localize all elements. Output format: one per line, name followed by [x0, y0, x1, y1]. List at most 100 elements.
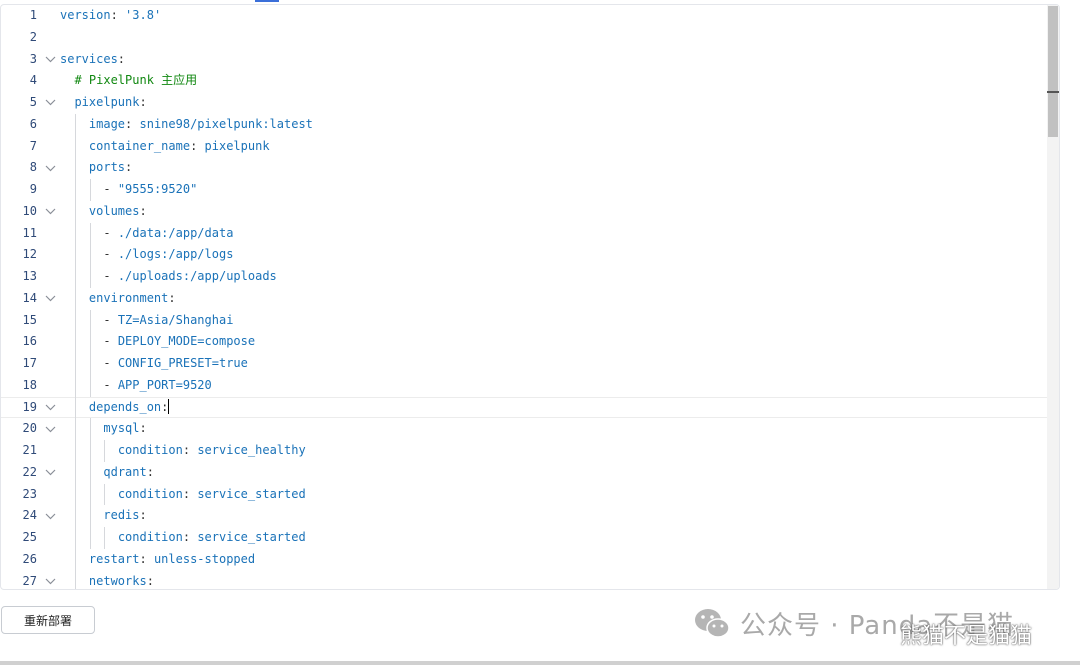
indent-guide: [75, 200, 77, 223]
code-line[interactable]: 24 redis:: [1, 505, 1047, 527]
indent-guide: [75, 287, 77, 310]
code-line[interactable]: 11 - ./data:/app/data: [1, 222, 1047, 245]
code-text: - ./data:/app/data: [103, 225, 234, 240]
line-number: 13: [22, 269, 37, 283]
indent-guide: [75, 309, 77, 332]
line-number: 27: [22, 573, 37, 588]
code-line[interactable]: 1 version: '3.8': [1, 5, 1047, 27]
code-line[interactable]: 19 depends_on:: [1, 396, 1047, 419]
code-line[interactable]: 23 condition: service_started: [1, 483, 1047, 506]
fold-chevron-icon[interactable]: [44, 462, 56, 484]
list-value: ./logs:/app/logs: [117, 247, 234, 262]
indent-guide: [75, 244, 77, 266]
code-line[interactable]: 3 services:: [1, 49, 1047, 71]
fold-chevron-icon[interactable]: [44, 49, 56, 71]
line-number: 24: [22, 508, 37, 523]
indent-guide: [89, 374, 91, 397]
code-line[interactable]: 5 pixelpunk:: [1, 92, 1047, 114]
code-line[interactable]: 25 condition: service_started: [1, 527, 1047, 549]
line-number: 6: [29, 116, 37, 131]
code-line[interactable]: 4 # PixelPunk 主应用: [1, 70, 1047, 92]
redeploy-button[interactable]: 重新部署: [1, 606, 95, 634]
code-line[interactable]: 20 mysql:: [1, 418, 1047, 440]
code-area[interactable]: 1 version: '3.8' 2 3 services: 4 # PixelPunk 主…: [1, 5, 1047, 589]
line-number: 26: [22, 551, 37, 566]
code-text: - CONFIG_PRESET=true: [103, 356, 248, 370]
line-number: 20: [22, 421, 37, 436]
code-text: - TZ=Asia/Shanghai: [103, 312, 234, 327]
yaml-key: environment: [88, 290, 169, 305]
list-value: CONFIG_PRESET=true: [117, 356, 248, 370]
line-number: 1: [29, 8, 37, 22]
code-line[interactable]: 14 environment:: [1, 287, 1047, 310]
indent-guide: [89, 266, 91, 288]
indent-guide: [75, 113, 77, 136]
fold-chevron-icon[interactable]: [44, 505, 56, 527]
indent-guide: [89, 353, 91, 375]
code-line[interactable]: 16 - DEPLOY_MODE=compose: [1, 331, 1047, 353]
code-line[interactable]: 10 volumes:: [1, 200, 1047, 223]
indent-guide: [75, 135, 77, 158]
code-line[interactable]: 12 - ./logs:/app/logs: [1, 244, 1047, 266]
list-value: "9555:9520": [117, 182, 198, 196]
code-line[interactable]: 17 - CONFIG_PRESET=true: [1, 353, 1047, 375]
line-number: 11: [22, 225, 37, 240]
indent-guide: [75, 266, 77, 288]
code-line[interactable]: 27 networks:: [1, 570, 1047, 590]
line-number: 23: [22, 486, 37, 501]
indent-guide: [89, 527, 91, 549]
yaml-key: condition: [117, 443, 183, 457]
code-text: container_name: pixelpunk: [88, 138, 270, 153]
fold-chevron-icon[interactable]: [44, 397, 56, 419]
code-text: mysql:: [103, 421, 147, 436]
code-line[interactable]: 18 - APP_PORT=9520: [1, 374, 1047, 397]
indent-guide: [75, 222, 77, 245]
yaml-key: mysql: [103, 421, 140, 436]
yaml-value: service_started: [197, 530, 306, 544]
scrollbar-thumb[interactable]: [1048, 6, 1058, 137]
code-text: - ./uploads:/app/uploads: [103, 269, 277, 283]
line-number: 3: [29, 51, 37, 66]
code-line[interactable]: 15 - TZ=Asia/Shanghai: [1, 309, 1047, 332]
code-text: networks:: [88, 573, 154, 588]
indent-guide: [75, 527, 77, 549]
line-number: 19: [22, 399, 37, 414]
yaml-key: condition: [117, 486, 183, 501]
code-text: condition: service_healthy: [117, 443, 306, 457]
code-text: - DEPLOY_MODE=compose: [103, 334, 256, 349]
fold-chevron-icon[interactable]: [44, 157, 56, 179]
code-line[interactable]: 8 ports:: [1, 157, 1047, 179]
fold-chevron-icon[interactable]: [44, 571, 56, 590]
fold-chevron-icon[interactable]: [44, 418, 56, 440]
list-value: TZ=Asia/Shanghai: [117, 312, 234, 327]
yaml-key: volumes: [88, 203, 140, 218]
code-line[interactable]: 22 qdrant:: [1, 461, 1047, 484]
code-line[interactable]: 21 condition: service_healthy: [1, 440, 1047, 462]
code-line[interactable]: 7 container_name: pixelpunk: [1, 135, 1047, 158]
yaml-value: snine98/pixelpunk:latest: [139, 116, 313, 131]
line-number: 7: [29, 138, 37, 153]
code-line[interactable]: 13 - ./uploads:/app/uploads: [1, 266, 1047, 288]
indent-guide: [89, 461, 91, 484]
list-value: DEPLOY_MODE=compose: [117, 334, 256, 349]
indent-guide: [75, 483, 77, 506]
code-line[interactable]: 26 restart: unless-stopped: [1, 548, 1047, 571]
code-text: qdrant:: [103, 464, 154, 479]
code-line[interactable]: 6 image: snine98/pixelpunk:latest: [1, 113, 1047, 136]
fold-chevron-icon[interactable]: [44, 288, 56, 310]
indent-guide: [75, 461, 77, 484]
indent-guide: [75, 570, 77, 589]
yaml-value: service_started: [197, 486, 306, 501]
code-line[interactable]: 9 - "9555:9520": [1, 179, 1047, 201]
indent-guide: [75, 548, 77, 571]
fold-chevron-icon[interactable]: [44, 201, 56, 223]
code-editor[interactable]: 1 version: '3.8' 2 3 services: 4 # PixelPunk 主…: [0, 4, 1060, 590]
line-number: 18: [22, 377, 37, 392]
line-number: 2: [29, 29, 37, 44]
code-line[interactable]: 2: [1, 27, 1047, 49]
indent-guide: [75, 157, 77, 179]
fold-chevron-icon[interactable]: [44, 92, 56, 114]
line-number: 21: [22, 443, 37, 457]
code-text: restart: unless-stopped: [88, 551, 256, 566]
indent-guide: [89, 222, 91, 245]
